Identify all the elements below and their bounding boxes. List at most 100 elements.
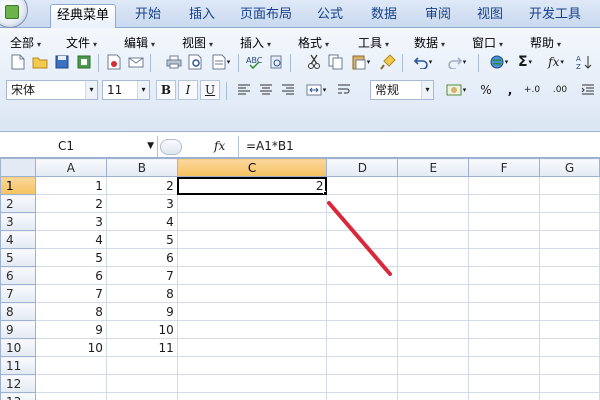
cell-g[interactable] <box>539 392 600 400</box>
redo-icon[interactable]: ▾ <box>442 52 472 72</box>
cell-b[interactable]: 4 <box>105 212 178 231</box>
cell-c[interactable] <box>176 248 328 267</box>
cell-a[interactable]: 5 <box>34 248 107 267</box>
print-icon[interactable] <box>164 52 184 72</box>
cell-g[interactable] <box>539 266 600 285</box>
comma-style-button[interactable]: , <box>500 80 520 100</box>
align-left-icon[interactable] <box>234 80 254 100</box>
tab-developer[interactable]: 开发工具 <box>524 4 586 28</box>
cell-b[interactable]: 9 <box>105 302 178 321</box>
cell-f[interactable] <box>468 374 541 393</box>
cell-d[interactable] <box>326 302 399 321</box>
menu-edit[interactable]: 编辑 ▾ <box>124 34 155 52</box>
cell-c[interactable] <box>176 338 328 357</box>
font-size-select[interactable]: 11 ▾ <box>102 80 150 100</box>
cell-c[interactable] <box>176 284 328 303</box>
undo-icon[interactable]: ▾ <box>408 52 438 72</box>
cell-f[interactable] <box>468 338 541 357</box>
merge-center-icon[interactable]: ▾ <box>302 80 330 100</box>
tab-formulas[interactable]: 公式 <box>310 4 350 28</box>
cell-g[interactable] <box>539 212 600 231</box>
cell-b[interactable]: 10 <box>105 320 178 339</box>
cell-e[interactable] <box>397 230 470 249</box>
cell-e[interactable] <box>397 176 470 195</box>
cell-e[interactable] <box>397 320 470 339</box>
cell-c[interactable] <box>176 320 328 339</box>
cell-a[interactable]: 2 <box>34 194 107 213</box>
align-center-icon[interactable] <box>256 80 276 100</box>
cell-g[interactable] <box>539 302 600 321</box>
cell-f[interactable] <box>468 230 541 249</box>
underline-button[interactable]: U <box>200 80 220 100</box>
cell-d[interactable] <box>326 338 399 357</box>
cell-a[interactable] <box>34 374 107 393</box>
paste-icon[interactable]: ▾ <box>348 52 374 72</box>
tab-review[interactable]: 审阅 <box>418 4 458 28</box>
menu-insert[interactable]: 插入 ▾ <box>240 34 271 52</box>
cell-d[interactable] <box>326 392 399 400</box>
accounting-format-icon[interactable]: ▾ <box>442 80 470 100</box>
cell-a[interactable]: 6 <box>34 266 107 285</box>
cell-c[interactable] <box>176 194 328 213</box>
cell-f[interactable] <box>468 284 541 303</box>
cell-b[interactable]: 11 <box>105 338 178 357</box>
cell-d[interactable] <box>326 248 399 267</box>
insert-function-fx-icon[interactable]: fx ▾ <box>542 52 570 72</box>
cell-d[interactable] <box>326 284 399 303</box>
hyperlink-globe-icon[interactable]: ▾ <box>486 52 512 72</box>
email-icon[interactable] <box>126 52 146 72</box>
italic-button[interactable]: I <box>178 80 198 100</box>
cell-g[interactable] <box>539 230 600 249</box>
menu-all[interactable]: 全部 ▾ <box>10 34 41 52</box>
indent-icon[interactable] <box>578 80 598 100</box>
cell-a[interactable]: 9 <box>34 320 107 339</box>
cell-d[interactable] <box>326 230 399 249</box>
cell-a[interactable]: 7 <box>34 284 107 303</box>
office-button[interactable] <box>0 0 28 28</box>
permission-icon[interactable] <box>74 52 94 72</box>
font-name-select[interactable]: 宋体 ▾ <box>6 80 98 100</box>
cell-d[interactable] <box>326 356 399 375</box>
cell-f[interactable] <box>468 194 541 213</box>
cell-e[interactable] <box>397 212 470 231</box>
row-header[interactable]: 12 <box>0 374 36 393</box>
cell-a[interactable] <box>34 356 107 375</box>
cell-b[interactable]: 6 <box>105 248 178 267</box>
menu-format[interactable]: 格式 ▾ <box>298 34 329 52</box>
wrap-text-icon[interactable] <box>334 80 354 100</box>
column-header-g[interactable]: G <box>539 158 600 177</box>
percent-style-button[interactable]: % <box>476 80 496 100</box>
save-icon[interactable] <box>52 52 72 72</box>
cell-b[interactable]: 8 <box>105 284 178 303</box>
cell-f[interactable] <box>468 392 541 400</box>
cell-e[interactable] <box>397 374 470 393</box>
column-header-c[interactable]: C <box>176 158 328 177</box>
cell-f[interactable] <box>468 356 541 375</box>
tab-view[interactable]: 视图 <box>470 4 510 28</box>
cell-g[interactable] <box>539 374 600 393</box>
cell-g[interactable] <box>539 194 600 213</box>
tab-home[interactable]: 开始 <box>128 4 168 28</box>
cell-g[interactable] <box>539 356 600 375</box>
cell-b[interactable]: 3 <box>105 194 178 213</box>
cell-e[interactable] <box>397 248 470 267</box>
format-painter-icon[interactable] <box>378 52 398 72</box>
row-header[interactable]: 2 <box>0 194 36 213</box>
increase-decimal-button[interactable]: +.0 <box>522 80 542 100</box>
row-header[interactable]: 3 <box>0 212 36 231</box>
cell-e[interactable] <box>397 392 470 400</box>
print-preview-pdf-icon[interactable] <box>104 52 124 72</box>
column-header-f[interactable]: F <box>468 158 541 177</box>
column-header-d[interactable]: D <box>326 158 399 177</box>
cell-g[interactable] <box>539 176 600 195</box>
cell-a[interactable]: 4 <box>34 230 107 249</box>
decrease-decimal-button[interactable]: .00 <box>550 80 570 100</box>
column-header-a[interactable]: A <box>34 158 107 177</box>
row-header[interactable]: 10 <box>0 338 36 357</box>
row-header[interactable]: 11 <box>0 356 36 375</box>
number-format-select[interactable]: 常规 ▾ <box>370 80 434 100</box>
cell-g[interactable] <box>539 338 600 357</box>
cell-d[interactable] <box>326 266 399 285</box>
page-setup-icon[interactable]: ▾ <box>208 52 234 72</box>
tab-insert[interactable]: 插入 <box>182 4 222 28</box>
